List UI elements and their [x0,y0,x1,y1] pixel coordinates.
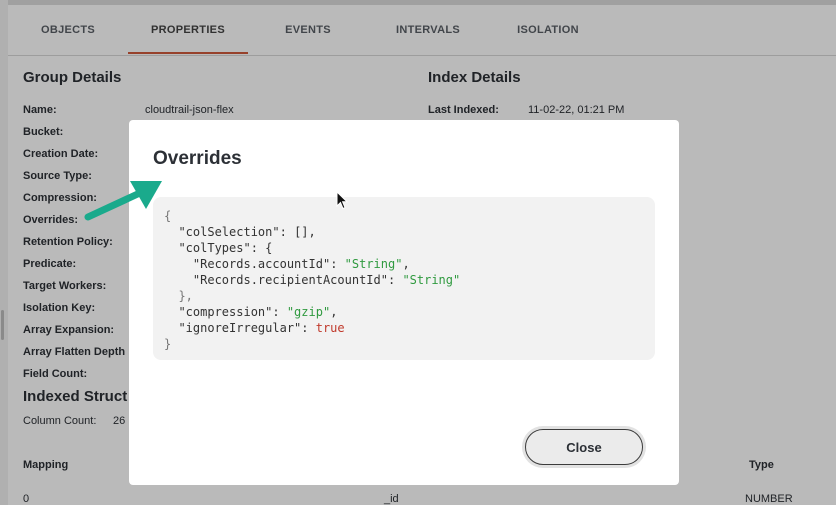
json-key-ignore-irregular: "ignoreIrregular" [178,321,302,335]
json-col-types-open: { [265,241,273,255]
json-code-block: { "colSelection": [], "colTypes": { "Rec… [153,197,655,360]
json-key-col-types: "colTypes" [178,241,251,255]
json-key-col-selection: "colSelection" [178,225,280,239]
close-button[interactable]: Close [525,429,643,465]
json-code: { "colSelection": [], "colTypes": { "Rec… [164,209,461,351]
dialog-title: Overrides [153,148,242,169]
json-value-recipient-acount-id: "String" [402,273,461,287]
json-key-recipient-acount-id: "Records.recipientAcountId" [192,273,388,287]
annotation-arrow-icon [84,181,162,221]
json-value-account-id: "String" [344,257,403,271]
json-value-ignore-irregular: true [315,321,345,335]
json-col-types-close: }, [178,289,193,303]
mouse-cursor-icon [336,191,349,210]
json-key-account-id: "Records.accountId" [192,257,331,271]
overrides-dialog: Overrides { "colSelection": [], "colType… [129,120,679,485]
json-key-compression: "compression" [178,305,273,319]
json-value-col-selection: [], [294,225,316,239]
app-window: OBJECTS PROPERTIES EVENTS INTERVALS ISOL… [0,0,836,505]
json-close-brace: } [164,337,172,351]
json-value-compression: "gzip" [286,305,331,319]
